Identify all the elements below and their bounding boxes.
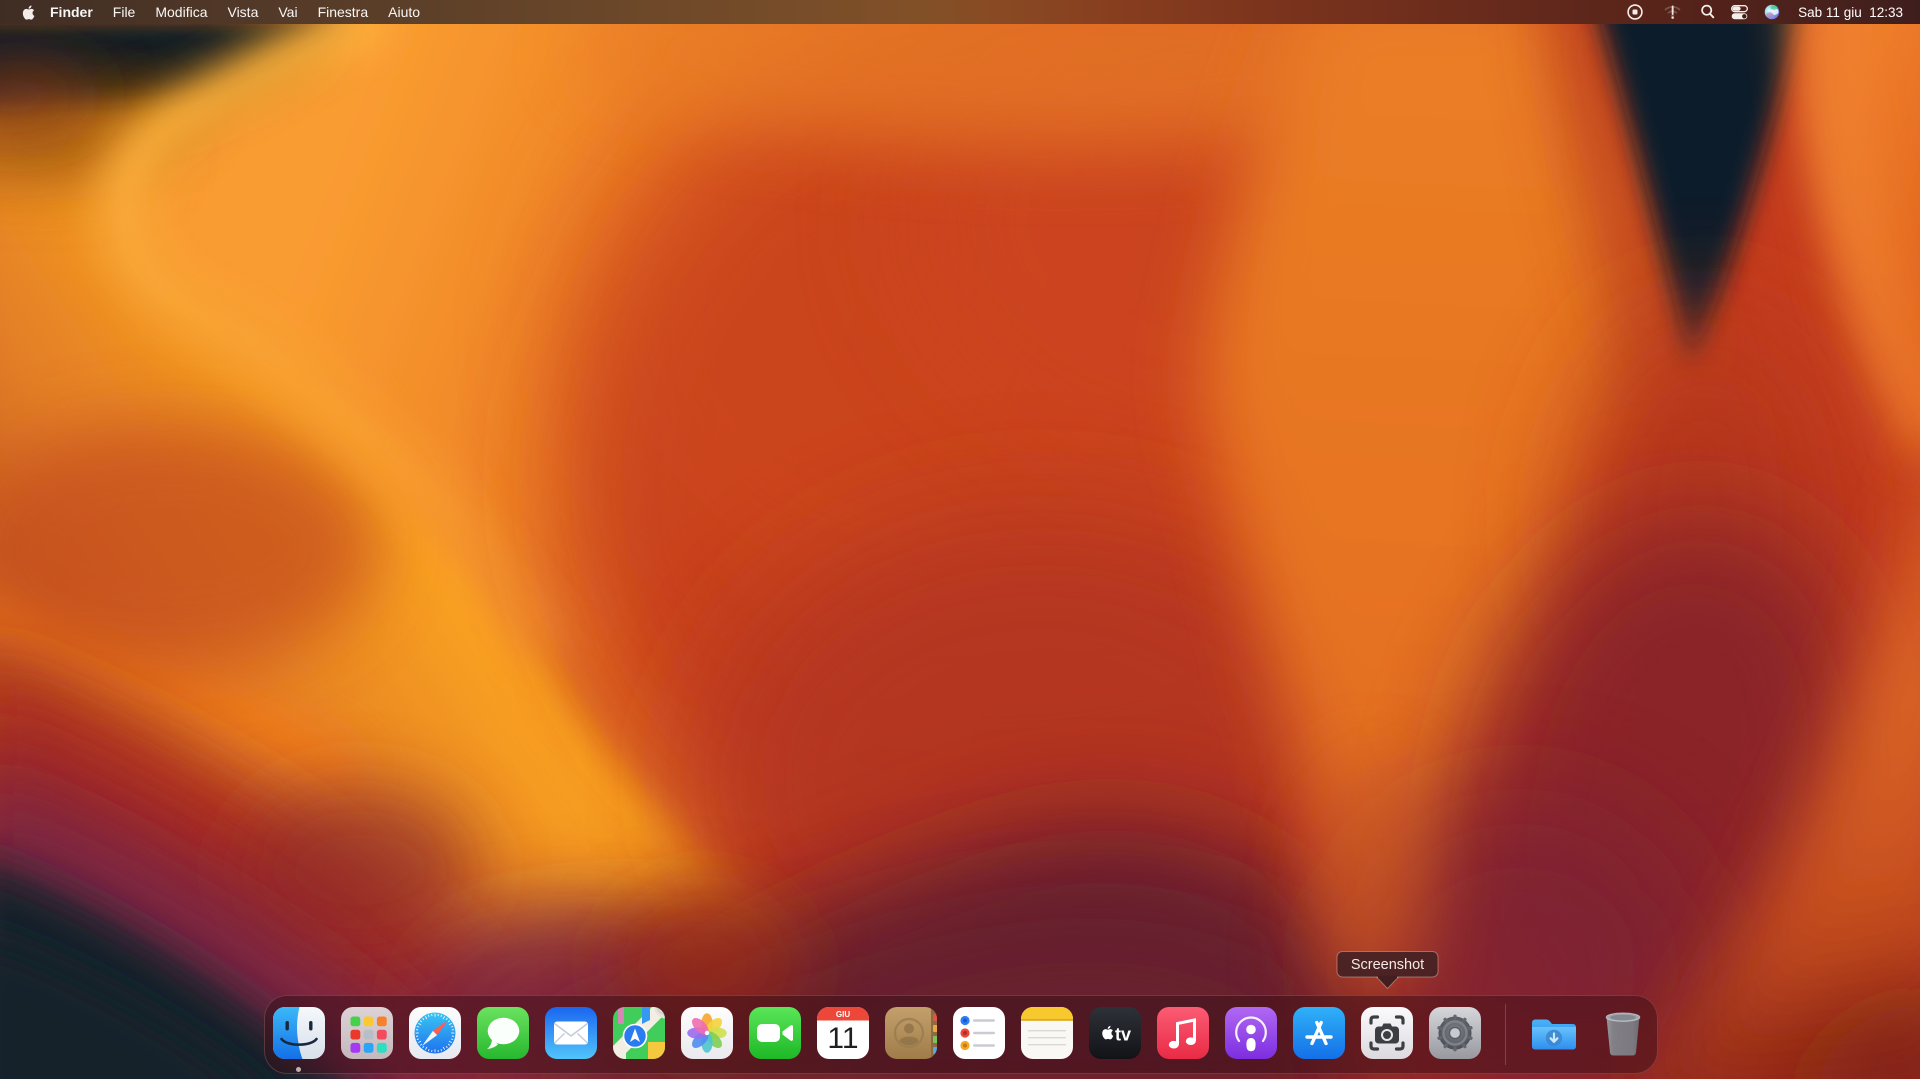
svg-text:Screenshot: Screenshot bbox=[1351, 957, 1424, 973]
svg-text:tv: tv bbox=[1115, 1025, 1131, 1045]
svg-text:GIU: GIU bbox=[836, 1010, 850, 1019]
svg-text:11: 11 bbox=[827, 1022, 858, 1055]
